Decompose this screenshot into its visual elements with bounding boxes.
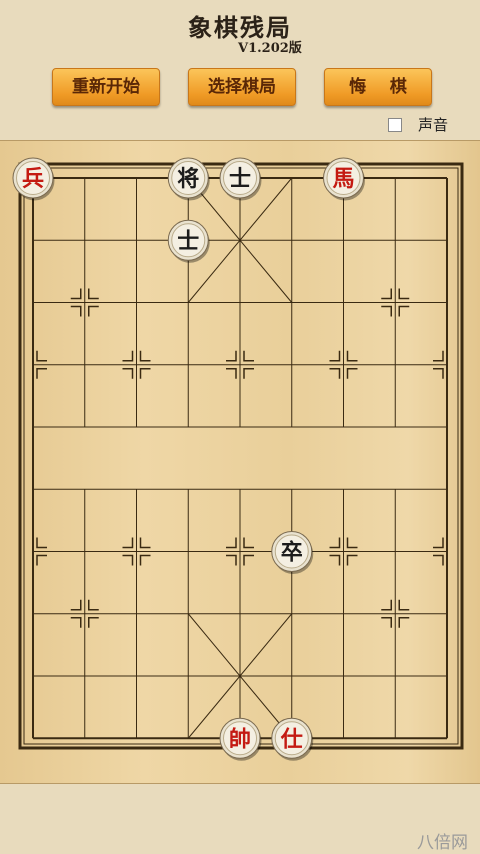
board-inner-frame (23, 167, 459, 745)
position-marker (346, 368, 358, 379)
position-marker (381, 305, 392, 317)
piece-label: 士 (177, 229, 199, 254)
position-marker (226, 350, 237, 362)
black-piece[interactable]: 士 (219, 157, 262, 201)
chess-board[interactable]: 兵将士馬士卒帥仕 (0, 140, 480, 784)
undo-button[interactable]: 悔 棋 (324, 68, 432, 106)
sound-checkbox[interactable] (388, 118, 402, 132)
restart-button[interactable]: 重新开始 (52, 68, 160, 106)
position-marker (243, 554, 254, 566)
piece-label: 馬 (332, 167, 354, 192)
position-marker (398, 305, 410, 317)
position-marker (36, 554, 47, 566)
footer-area (0, 784, 480, 854)
black-piece[interactable]: 士 (167, 219, 210, 263)
red-piece[interactable]: 馬 (323, 157, 366, 201)
sound-label: 声音 (418, 116, 449, 134)
header-bar: 象棋残局 V1.202版 重新开始 选择棋局 悔 棋 声音 (0, 0, 480, 140)
position-marker (381, 599, 392, 611)
black-piece[interactable]: 将 (167, 157, 210, 201)
position-marker (381, 617, 392, 628)
watermark: 八倍网 (417, 833, 468, 853)
position-marker (88, 599, 99, 611)
position-marker (381, 288, 392, 300)
piece-label: 士 (229, 167, 251, 192)
position-marker (433, 368, 444, 379)
position-marker (70, 305, 82, 317)
position-marker (122, 350, 134, 362)
position-marker (88, 288, 99, 300)
position-marker (122, 537, 134, 549)
position-marker (70, 599, 82, 611)
position-marker (70, 617, 82, 628)
position-marker (329, 368, 341, 379)
version-label: V1.202版 (238, 41, 302, 56)
position-marker (243, 350, 254, 362)
position-marker (88, 305, 99, 317)
position-marker (433, 537, 444, 549)
position-marker (243, 368, 254, 379)
red-piece[interactable]: 仕 (271, 717, 314, 761)
position-marker (226, 537, 237, 549)
position-marker (36, 537, 47, 549)
position-marker (139, 368, 151, 379)
position-marker (398, 617, 410, 628)
position-marker (243, 537, 254, 549)
position-marker (346, 537, 358, 549)
position-marker (433, 554, 444, 566)
position-marker (226, 554, 237, 566)
position-marker (88, 617, 99, 628)
position-marker (122, 368, 134, 379)
position-marker (122, 554, 134, 566)
piece-label: 卒 (281, 540, 303, 566)
position-marker (36, 368, 47, 379)
position-marker (329, 537, 341, 549)
position-marker (226, 368, 237, 379)
position-marker (329, 350, 341, 362)
board-grid: 兵将士馬士卒帥仕 (12, 157, 464, 761)
piece-label: 兵 (22, 167, 44, 192)
position-marker (346, 350, 358, 362)
position-marker (346, 554, 358, 566)
select-puzzle-button[interactable]: 选择棋局 (188, 68, 296, 106)
position-marker (36, 350, 47, 362)
position-marker (398, 599, 410, 611)
black-piece[interactable]: 卒 (271, 531, 314, 575)
piece-label: 帥 (229, 726, 251, 752)
position-marker (139, 537, 151, 549)
position-marker (329, 554, 341, 566)
position-marker (139, 350, 151, 362)
position-marker (433, 350, 444, 362)
position-marker (398, 288, 410, 300)
piece-label: 将 (177, 166, 199, 192)
position-marker (70, 288, 82, 300)
position-marker (139, 554, 151, 566)
red-piece[interactable]: 帥 (219, 717, 262, 761)
piece-label: 仕 (280, 727, 303, 752)
